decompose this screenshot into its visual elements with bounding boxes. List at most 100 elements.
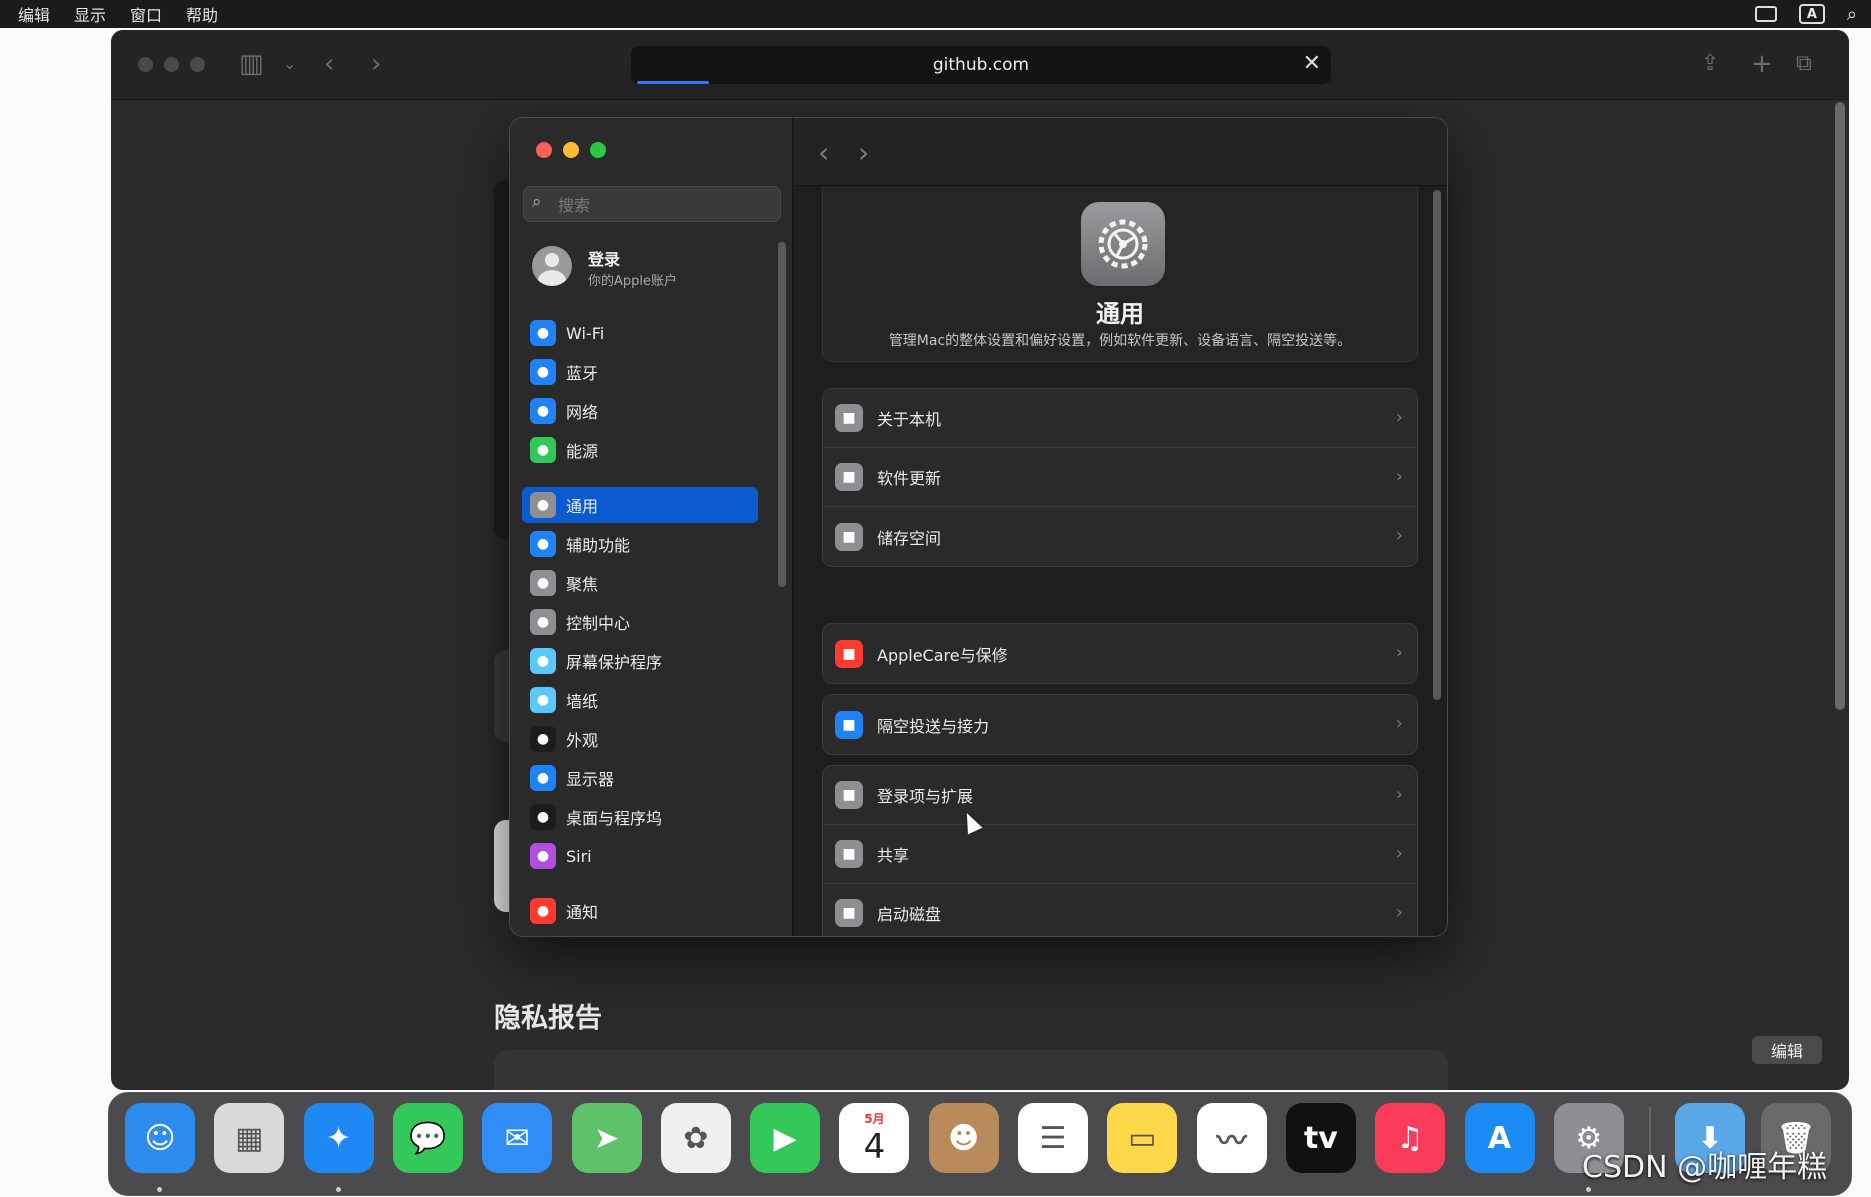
sidebar-item-wallpaper[interactable]: ● 墙纸 (522, 682, 758, 718)
minimize-button-inactive[interactable] (164, 57, 179, 72)
apple-account-item[interactable]: 登录 你的Apple账户 (532, 242, 772, 292)
close-button[interactable] (536, 142, 552, 158)
settings-row-applecare[interactable]: ■ AppleCare与保修 › (823, 624, 1417, 683)
sidebar-scrollbar[interactable] (778, 242, 786, 587)
back-icon[interactable]: ‹ (324, 50, 334, 78)
content-scrollbar[interactable] (1433, 190, 1441, 700)
settings-row-label: 关于本机 (877, 410, 942, 429)
dock-app-glyph: ✦ (326, 1120, 352, 1156)
software-update-icon: ■ (835, 463, 863, 491)
sidebar-item-wifi[interactable]: ● Wi-Fi (522, 315, 758, 351)
sidebar-item-appearance[interactable]: ● 外观 (522, 721, 758, 757)
sidebar-item-gear[interactable]: ● 通用 (522, 487, 758, 523)
sidebar-item-notification[interactable]: ● 通知 (522, 893, 758, 929)
finder-icon[interactable]: ☺ (125, 1103, 195, 1173)
apple-tv-icon[interactable]: tv (1285, 1103, 1356, 1173)
menu-help[interactable]: 帮助 (186, 2, 218, 26)
chevron-right-icon: › (1395, 642, 1403, 663)
page-scrollbar[interactable] (1835, 102, 1845, 710)
dock-app-glyph: ▦ (235, 1120, 264, 1156)
minimize-button[interactable] (563, 142, 579, 158)
freeform-icon[interactable]: 〰 (1196, 1103, 1267, 1173)
system-settings-window: ⌕ 登录 你的Apple账户 ● Wi-Fi ● 蓝牙 ● 网络 ● 能源 ● 通用 ● 辅助功能 ● 聚… (509, 117, 1448, 937)
new-tab-icon[interactable]: + (1751, 50, 1773, 78)
sidebar-item-label: Wi-Fi (566, 323, 605, 343)
chevron-right-icon: › (1395, 902, 1403, 923)
network-icon: ● (530, 398, 556, 424)
settings-group: ■登录项与扩展›■共享›■启动磁盘›■日期与时间› (822, 765, 1418, 936)
sidebar-item-network[interactable]: ● 网络 (522, 393, 758, 429)
watermark: CSDN @咖喱年糕 (1582, 1150, 1828, 1185)
photos-icon[interactable]: ✿ (660, 1103, 731, 1173)
sidebar-item-accessibility[interactable]: ● 辅助功能 (522, 526, 758, 562)
menu-window[interactable]: 窗口 (130, 2, 162, 26)
back-icon[interactable]: ‹ (818, 136, 829, 169)
dock-app-glyph: ☻ (948, 1120, 980, 1156)
sidebar-item-spotlight[interactable]: ● 聚焦 (522, 565, 758, 601)
page-title: 通用 (1096, 300, 1144, 328)
messages-icon[interactable]: 💬 (392, 1103, 463, 1173)
mail-icon[interactable]: ✉ (482, 1103, 553, 1173)
settings-row-about-mac[interactable]: ■ 关于本机 › (823, 389, 1417, 448)
settings-row-login-items[interactable]: ■ 登录项与扩展 › (823, 766, 1417, 825)
settings-row-label: 启动磁盘 (877, 905, 942, 924)
settings-group: ■ 关于本机 › ■ 软件更新 › ■ 储存空间 › (822, 388, 1418, 567)
address-bar[interactable]: github.com ✕ (631, 46, 1331, 84)
share-icon[interactable]: ⇪ (1701, 50, 1719, 78)
sidebar-item-dock[interactable]: ● 桌面与程序坞 (522, 799, 758, 835)
input-source-indicator[interactable]: A (1798, 4, 1825, 24)
zoom-button-inactive[interactable] (190, 57, 205, 72)
chevron-right-icon: › (1395, 713, 1403, 734)
menu-edit[interactable]: 编辑 (18, 2, 50, 26)
sidebar-item-siri[interactable]: ● Siri (522, 838, 758, 874)
launchpad-icon[interactable]: ▦ (214, 1103, 285, 1173)
facetime-icon[interactable]: ▶ (750, 1103, 821, 1173)
zoom-button[interactable] (590, 142, 606, 158)
sidebar-item-label: Siri (566, 846, 592, 866)
forward-icon[interactable]: › (858, 136, 869, 169)
app-store-icon[interactable]: A (1464, 1103, 1535, 1173)
sidebar-item-label: 屏幕保护程序 (566, 653, 663, 672)
dock-icon: ● (530, 804, 556, 830)
menu-view[interactable]: 显示 (74, 2, 106, 26)
login-items-icon: ■ (835, 781, 863, 809)
settings-row-airdrop[interactable]: ■ 隔空投送与接力 › (823, 695, 1417, 754)
forward-icon[interactable]: › (371, 50, 381, 78)
screen-mirror-icon[interactable] (1754, 6, 1777, 22)
maps-icon[interactable]: ➤ (571, 1103, 642, 1173)
notes-icon[interactable]: ▭ (1107, 1103, 1178, 1173)
settings-row-software-update[interactable]: ■ 软件更新 › (823, 448, 1417, 507)
chevron-right-icon: › (1395, 784, 1403, 805)
chevron-down-icon[interactable]: ⌄ (283, 50, 296, 78)
settings-row-label: 储存空间 (877, 528, 942, 548)
close-button-inactive[interactable] (138, 57, 153, 72)
edit-button[interactable]: 编辑 (1752, 1036, 1822, 1064)
settings-row-startup-disk[interactable]: ■ 启动磁盘 › (823, 884, 1417, 936)
sidebar-item-display[interactable]: ● 显示器 (522, 760, 758, 796)
search-field[interactable]: ⌕ (523, 186, 781, 222)
sidebar-item-label: 外观 (566, 731, 599, 750)
music-icon[interactable]: ♫ (1375, 1103, 1446, 1173)
settings-row-label: 共享 (877, 846, 910, 865)
safari-icon[interactable]: ✦ (303, 1103, 374, 1173)
stop-loading-icon[interactable]: ✕ (1303, 51, 1321, 76)
calendar-icon[interactable]: 5月 4 (839, 1103, 910, 1173)
privacy-report-card[interactable] (494, 1050, 1448, 1090)
sidebar-item-screensaver[interactable]: ● 屏幕保护程序 (522, 643, 758, 679)
settings-row-storage[interactable]: ■ 储存空间 › (823, 507, 1417, 566)
contacts-icon[interactable]: ☻ (928, 1103, 999, 1173)
sidebar-item-control-center[interactable]: ● 控制中心 (522, 604, 758, 640)
tab-overview-icon[interactable]: ⧉ (1796, 50, 1812, 78)
search-input[interactable] (558, 193, 768, 217)
settings-content: ‹ › 通用 管理Mac的整体设置和偏好设置，例如软件更新、设备语言、隔空投送等… (794, 118, 1447, 936)
reminders-icon[interactable]: ☰ (1018, 1103, 1088, 1173)
spotlight-search-icon[interactable]: ⌕ (1847, 4, 1857, 25)
privacy-report-title: 隐私报告 (494, 1003, 602, 1034)
sidebar-item-bluetooth[interactable]: ● 蓝牙 (522, 354, 758, 390)
sidebar-item-battery[interactable]: ● 能源 (522, 432, 758, 468)
sharing-icon: ■ (835, 840, 863, 868)
dock-app-glyph: ✉ (504, 1120, 530, 1156)
settings-row-sharing[interactable]: ■ 共享 › (823, 825, 1417, 884)
running-indicator (1585, 1187, 1591, 1192)
sidebar-toggle-icon[interactable]: ▥ (239, 50, 264, 78)
